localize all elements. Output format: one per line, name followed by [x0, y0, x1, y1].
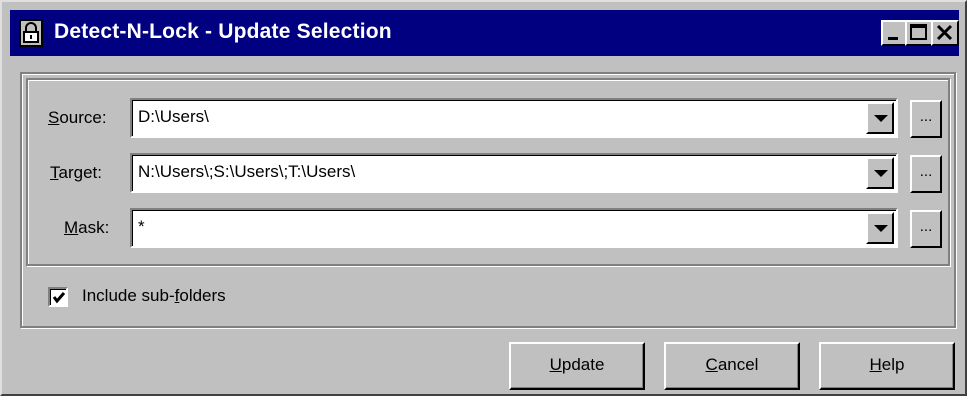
source-dropdown-button[interactable]: [866, 102, 894, 134]
mask-label: Mask:: [64, 218, 110, 237]
mask-value[interactable]: *: [138, 217, 145, 237]
lock-icon: [18, 19, 44, 47]
target-label: Target:: [50, 163, 102, 182]
maximize-button[interactable]: [905, 20, 933, 46]
include-subfolders-checkbox[interactable]: [48, 287, 68, 307]
target-value[interactable]: N:\Users\;S:\Users\;T:\Users\: [138, 162, 355, 182]
window-title: Detect-N-Lock - Update Selection: [54, 20, 392, 43]
source-browse-button[interactable]: ...: [910, 100, 942, 138]
include-subfolders-label[interactable]: Include sub-folders: [82, 286, 226, 306]
dialog-window: Detect-N-Lock - Update Selection Source:…: [0, 0, 967, 396]
cancel-button[interactable]: Cancel: [664, 342, 800, 390]
source-combobox[interactable]: D:\Users\: [130, 98, 898, 138]
close-button[interactable]: [931, 20, 959, 46]
target-browse-button[interactable]: ...: [910, 155, 942, 193]
target-dropdown-button[interactable]: [866, 157, 894, 189]
mask-combobox[interactable]: *: [130, 208, 898, 248]
source-value[interactable]: D:\Users\: [138, 107, 209, 127]
source-label: Source:: [48, 108, 107, 127]
mask-dropdown-button[interactable]: [866, 212, 894, 244]
mask-browse-button[interactable]: ...: [910, 210, 942, 248]
title-bar[interactable]: Detect-N-Lock - Update Selection: [10, 10, 959, 56]
help-button[interactable]: Help: [819, 342, 955, 390]
target-combobox[interactable]: N:\Users\;S:\Users\;T:\Users\: [130, 153, 898, 193]
update-button[interactable]: Update: [509, 342, 645, 390]
